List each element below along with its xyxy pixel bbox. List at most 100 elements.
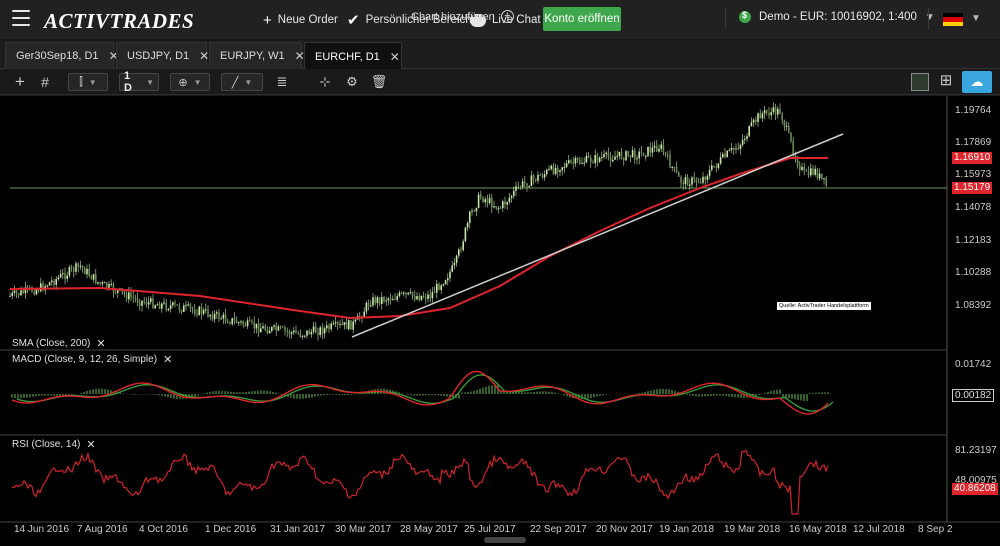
- account-selector[interactable]: Demo - EUR: 10016902, 1:400 ▼: [739, 10, 935, 23]
- tab-label: Ger30Sep18, D1: [16, 50, 99, 62]
- account-label: Demo - EUR: 10016902, 1:400: [759, 11, 917, 23]
- grid-icon[interactable]: #: [37, 73, 53, 91]
- candle-body: [781, 113, 783, 121]
- fit-chart-icon[interactable]: ⊹: [317, 73, 333, 91]
- candle-body: [172, 302, 174, 306]
- candle-body: [51, 280, 53, 283]
- candle-body: [352, 321, 354, 330]
- candle-body: [537, 174, 539, 181]
- candle-body: [480, 194, 482, 198]
- current-price-tag: 1.15179: [952, 182, 993, 194]
- close-icon[interactable]: ✕: [96, 337, 105, 350]
- chevron-down-icon[interactable]: ▼: [971, 13, 981, 24]
- candle-body: [568, 160, 570, 164]
- candle-body: [579, 159, 581, 164]
- candle-body: [557, 167, 559, 172]
- chart-area[interactable]: SMA (Close, 200) ✕ MACD (Close, 9, 12, 2…: [0, 96, 1000, 546]
- candle-body: [550, 165, 552, 170]
- add-chart-button[interactable]: Chart hinzufügen +: [411, 10, 514, 23]
- candle-body: [176, 304, 178, 306]
- activtrades-logo[interactable]: ACTIVTRADES: [44, 9, 194, 34]
- add-indicator-dropdown[interactable]: ⊕ ▼: [170, 73, 210, 91]
- candle-body: [785, 125, 788, 127]
- settings-icon[interactable]: ⚙: [344, 73, 360, 91]
- candle-body: [35, 289, 38, 295]
- candle-body: [436, 283, 438, 293]
- candle-body: [656, 145, 658, 152]
- candle-body: [759, 113, 761, 119]
- candle-body: [158, 304, 161, 309]
- candle-body: [130, 292, 132, 298]
- menu-icon[interactable]: [12, 10, 30, 26]
- price-axis-label: 1.12183: [955, 235, 992, 246]
- candle-body: [429, 294, 431, 299]
- tab-ger30sep18[interactable]: Ger30Sep18, D1 ✕: [5, 42, 119, 69]
- candle-body: [46, 285, 49, 287]
- candle-body: [394, 299, 396, 301]
- timeframe-label: 1 D: [124, 70, 132, 94]
- rsi-line: [11, 449, 829, 515]
- candle-body: [548, 169, 550, 171]
- candle-body: [18, 293, 20, 296]
- sma-label: SMA (Close, 200): [12, 338, 91, 349]
- chart-scrollbar[interactable]: [484, 537, 526, 543]
- candle-body: [746, 136, 748, 139]
- candle-body: [205, 309, 207, 311]
- price-chart[interactable]: [0, 96, 1000, 546]
- candle-body: [385, 300, 387, 302]
- single-layout-icon[interactable]: [911, 73, 929, 91]
- candle-body: [546, 169, 548, 175]
- candle-body: [275, 325, 277, 331]
- candle-body: [596, 154, 599, 162]
- candle-body: [757, 113, 759, 122]
- cloud-icon[interactable]: ☁: [962, 71, 992, 93]
- multi-layout-icon[interactable]: ⊞: [937, 73, 955, 91]
- candle-body: [484, 199, 486, 203]
- candle-body: [614, 156, 616, 160]
- candle-body: [95, 274, 97, 284]
- drawing-tools-dropdown[interactable]: ╱ ▼: [221, 73, 263, 91]
- candle-body: [618, 151, 621, 156]
- close-icon[interactable]: ✕: [199, 49, 209, 63]
- trash-icon[interactable]: 🗑: [371, 73, 388, 91]
- candle-body: [532, 175, 535, 179]
- candle-body: [174, 302, 176, 305]
- candle-body: [669, 154, 671, 168]
- chart-type-dropdown[interactable]: ⫿ ▼: [68, 73, 108, 91]
- crosshair-icon[interactable]: +: [12, 72, 28, 91]
- candle-body: [62, 273, 64, 275]
- candle-body: [462, 241, 464, 251]
- close-icon[interactable]: ✕: [390, 50, 400, 64]
- date-label: 20 Nov 2017: [596, 524, 653, 535]
- candle-body: [165, 302, 167, 310]
- new-order-button[interactable]: + Neue Order: [263, 11, 338, 29]
- close-icon[interactable]: ✕: [86, 438, 95, 451]
- tab-eurchf[interactable]: EURCHF, D1 ✕: [304, 42, 402, 70]
- candle-body: [818, 173, 821, 179]
- candle-body: [796, 159, 799, 166]
- rsi-label: RSI (Close, 14): [12, 439, 81, 450]
- candle-body: [458, 249, 460, 256]
- candle-body: [748, 125, 750, 137]
- candle-body: [9, 295, 11, 297]
- german-flag-icon[interactable]: [943, 13, 963, 26]
- candle-body: [612, 159, 614, 162]
- candle-body: [581, 163, 583, 165]
- open-account-button[interactable]: Konto eröffnen: [543, 7, 621, 31]
- tab-eurjpy[interactable]: EURJPY, W1 ✕: [209, 42, 305, 69]
- timeframe-dropdown[interactable]: 1 D ▼: [119, 70, 159, 94]
- candle-body: [328, 325, 330, 330]
- candle-body: [139, 302, 141, 306]
- close-icon[interactable]: ✕: [163, 353, 172, 366]
- candle-body: [279, 326, 282, 328]
- candle-body: [693, 177, 695, 179]
- candle-body: [222, 314, 225, 319]
- macd-label: MACD (Close, 9, 12, 26, Simple): [12, 354, 158, 365]
- candle-body: [332, 323, 335, 325]
- account-currency-icon: [739, 10, 751, 23]
- candle-body: [770, 112, 772, 116]
- tab-usdjpy[interactable]: USDJPY, D1 ✕: [116, 42, 209, 69]
- candle-body: [295, 330, 297, 333]
- fibonacci-icon[interactable]: ≣: [274, 73, 290, 91]
- candle-body: [447, 278, 449, 281]
